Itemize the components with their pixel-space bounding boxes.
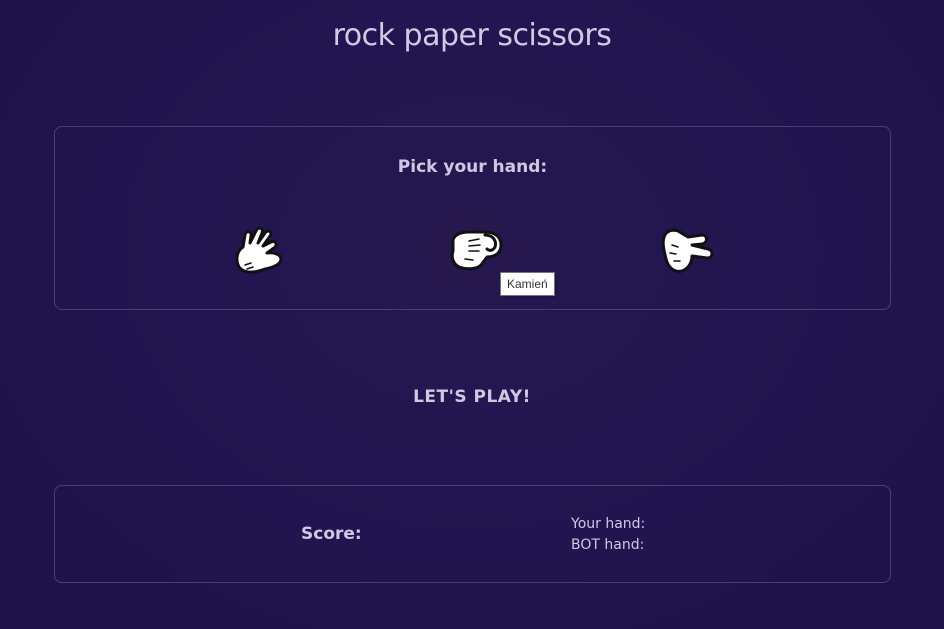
pick-hand-heading: Pick your hand: bbox=[397, 157, 548, 177]
scissors-hand-button[interactable] bbox=[658, 223, 718, 279]
hands-info: Your hand: BOT hand: bbox=[571, 514, 645, 556]
your-hand-label: Your hand: bbox=[571, 516, 646, 532]
rock-hand-button[interactable] bbox=[445, 223, 505, 279]
score-label: Score: bbox=[301, 524, 362, 544]
page-title: rock paper scissors bbox=[332, 18, 612, 53]
lets-play-button[interactable]: LET'S PLAY! bbox=[0, 387, 944, 407]
paper-hand-button[interactable] bbox=[231, 223, 291, 279]
hand-tooltip: Kamień bbox=[500, 272, 555, 296]
pick-hand-panel: Pick your hand: bbox=[54, 126, 891, 310]
bot-hand-label: BOT hand: bbox=[571, 537, 645, 553]
two-finger-hand-icon bbox=[661, 228, 714, 273]
fist-icon bbox=[450, 230, 503, 271]
score-panel: Score: Your hand: BOT hand: bbox=[54, 485, 891, 583]
open-hand-icon bbox=[235, 226, 283, 274]
